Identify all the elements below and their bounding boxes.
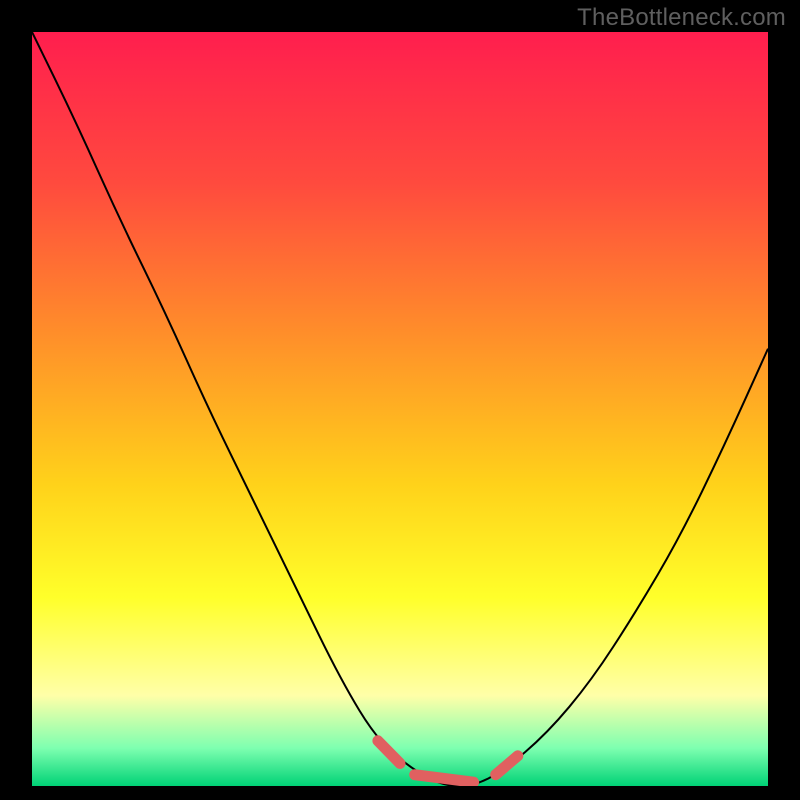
watermark-text: TheBottleneck.com (577, 4, 786, 32)
chart-stage: TheBottleneck.com (0, 0, 800, 800)
highlight-segment (415, 775, 474, 783)
bottleneck-chart (0, 0, 800, 800)
plot-background (32, 32, 768, 786)
